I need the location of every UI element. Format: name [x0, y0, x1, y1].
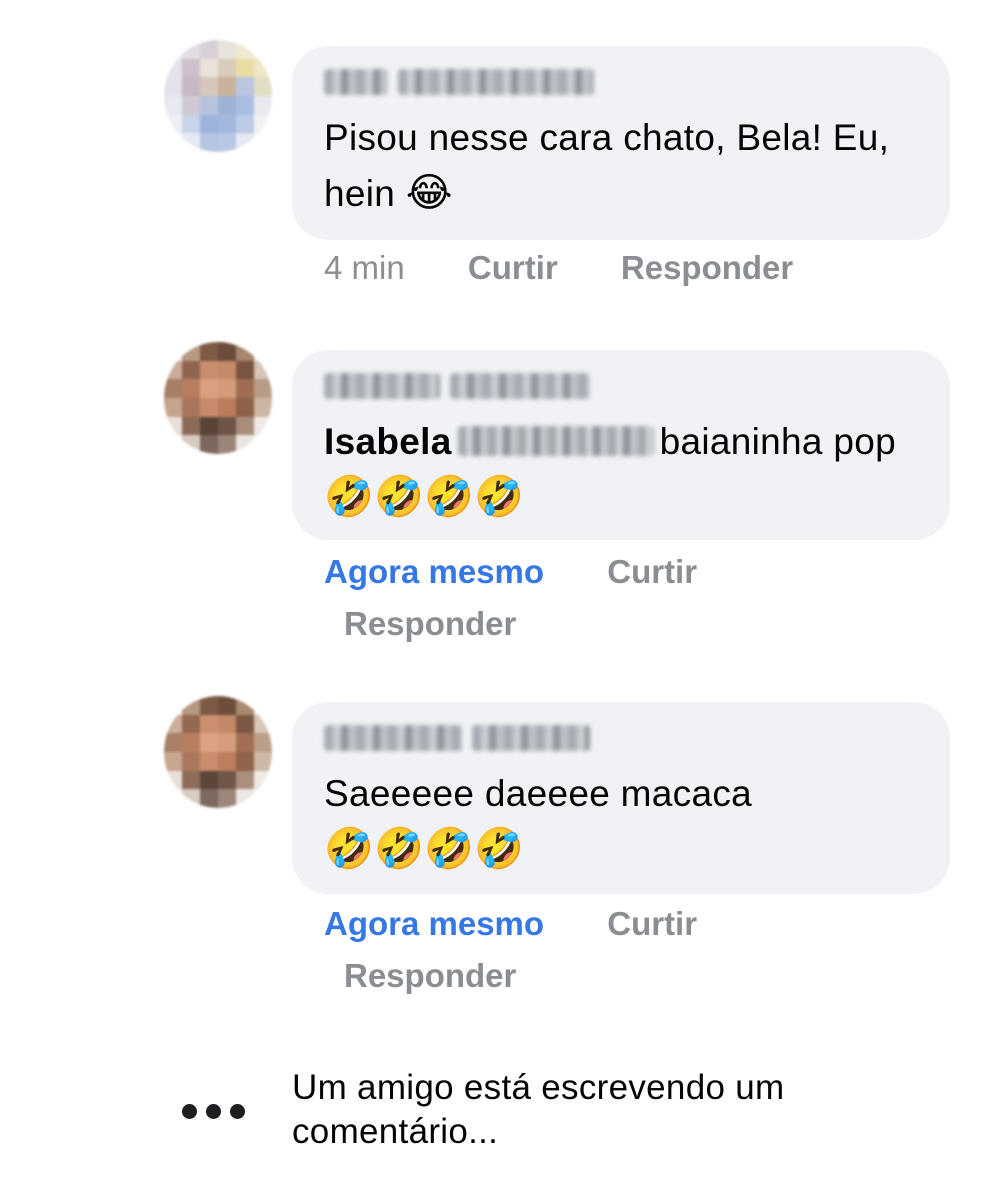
typing-indicator-text: Um amigo está escrevendo um comentário..… — [292, 1068, 785, 1151]
comment-text: Saeeeee daeeee macaca 🤣🤣🤣🤣 — [324, 766, 920, 878]
typing-dots-icon — [182, 1104, 245, 1119]
reply-button[interactable]: Responder — [621, 242, 793, 294]
comment-actions: Agora mesmo Curtir Responder — [324, 898, 764, 1002]
rolling-on-floor-laughing-emoji: 🤣🤣🤣🤣 — [324, 826, 525, 873]
reply-button[interactable]: Responder — [344, 598, 516, 650]
comment-actions: Agora mesmo Curtir Responder — [324, 546, 764, 650]
comment-body: Saeeeee daeeee macaca — [324, 773, 753, 814]
comment-text: Pisou nesse cara chato, Bela! Eu, hein 😂 — [324, 110, 920, 222]
mention-link[interactable]: Isabela — [324, 421, 452, 462]
commenter-avatar[interactable] — [164, 40, 272, 152]
commenter-avatar[interactable] — [164, 342, 272, 454]
comment-text: Isabela baianinha pop 🤣🤣🤣🤣 — [324, 414, 920, 526]
reply-button[interactable]: Responder — [344, 950, 516, 1002]
tears-of-joy-emoji: 😂 — [405, 170, 453, 217]
author-name-redacted[interactable] — [324, 68, 920, 96]
comment-bubble: Isabela baianinha pop 🤣🤣🤣🤣 — [292, 350, 950, 540]
comment-bubble: Saeeeee daeeee macaca 🤣🤣🤣🤣 — [292, 702, 950, 894]
comment-timestamp[interactable]: 4 min — [324, 242, 405, 294]
comment-actions: 4 min Curtir Responder — [324, 242, 793, 294]
comment-timestamp[interactable]: Agora mesmo — [324, 546, 544, 598]
like-button[interactable]: Curtir — [607, 898, 697, 950]
mention-surname-redacted — [457, 426, 654, 457]
like-button[interactable]: Curtir — [607, 546, 697, 598]
like-button[interactable]: Curtir — [468, 242, 558, 294]
comment-body: baianinha pop — [659, 421, 896, 462]
author-name-redacted[interactable] — [324, 372, 920, 400]
rolling-on-floor-laughing-emoji: 🤣🤣🤣🤣 — [324, 474, 525, 521]
comment-timestamp[interactable]: Agora mesmo — [324, 898, 544, 950]
author-name-redacted[interactable] — [324, 724, 920, 752]
commenter-avatar[interactable] — [164, 696, 272, 808]
comment-bubble: Pisou nesse cara chato, Bela! Eu, hein 😂 — [292, 46, 950, 240]
